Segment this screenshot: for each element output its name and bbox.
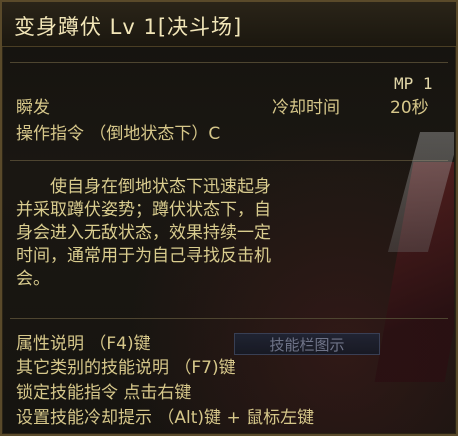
decorative-art bbox=[354, 122, 454, 434]
header-divider bbox=[10, 62, 448, 63]
description-line: 使自身在倒地状态下迅速起身 bbox=[16, 177, 271, 197]
attr-info-hint: 属性说明 （F4)键 bbox=[16, 334, 151, 354]
mp-cost: MP 1 bbox=[394, 74, 433, 93]
description-line: 会。 bbox=[16, 269, 50, 289]
description-line: 身会进入无敌状态，效果持续一定 bbox=[16, 223, 271, 243]
cast-type: 瞬发 bbox=[16, 98, 50, 118]
lock-skill-hint: 锁定技能指令 点击右键 bbox=[16, 383, 192, 403]
skill-tooltip: 变身蹲伏 Lv 1[决斗场] MP 1 瞬发 冷却时间 20秒 操作指令 （倒地… bbox=[0, 0, 458, 436]
command-line: 操作指令 （倒地状态下）C bbox=[16, 124, 221, 144]
skill-title: 变身蹲伏 Lv 1[决斗场] bbox=[14, 15, 243, 39]
footer-divider bbox=[10, 318, 448, 319]
cooldown-value: 20秒 bbox=[390, 98, 429, 118]
cooldown-label: 冷却时间 bbox=[272, 98, 340, 118]
other-skills-hint: 其它类别的技能说明 （F7)键 bbox=[16, 358, 236, 378]
cooldown-hint: 设置技能冷却提示 （Alt)键 + 鼠标左键 bbox=[16, 408, 315, 428]
title-bar: 变身蹲伏 Lv 1[决斗场] bbox=[2, 2, 456, 47]
skill-bar-overlay-button: 技能栏图示 bbox=[234, 333, 380, 355]
description-line: 时间，通常用于为自己寻找反击机 bbox=[16, 246, 271, 266]
description-line: 并采取蹲伏姿势；蹲伏状态下，自 bbox=[16, 200, 271, 220]
skill-description: 使自身在倒地状态下迅速起身 并采取蹲伏姿势；蹲伏状态下，自 身会进入无敌状态，效… bbox=[16, 176, 366, 291]
